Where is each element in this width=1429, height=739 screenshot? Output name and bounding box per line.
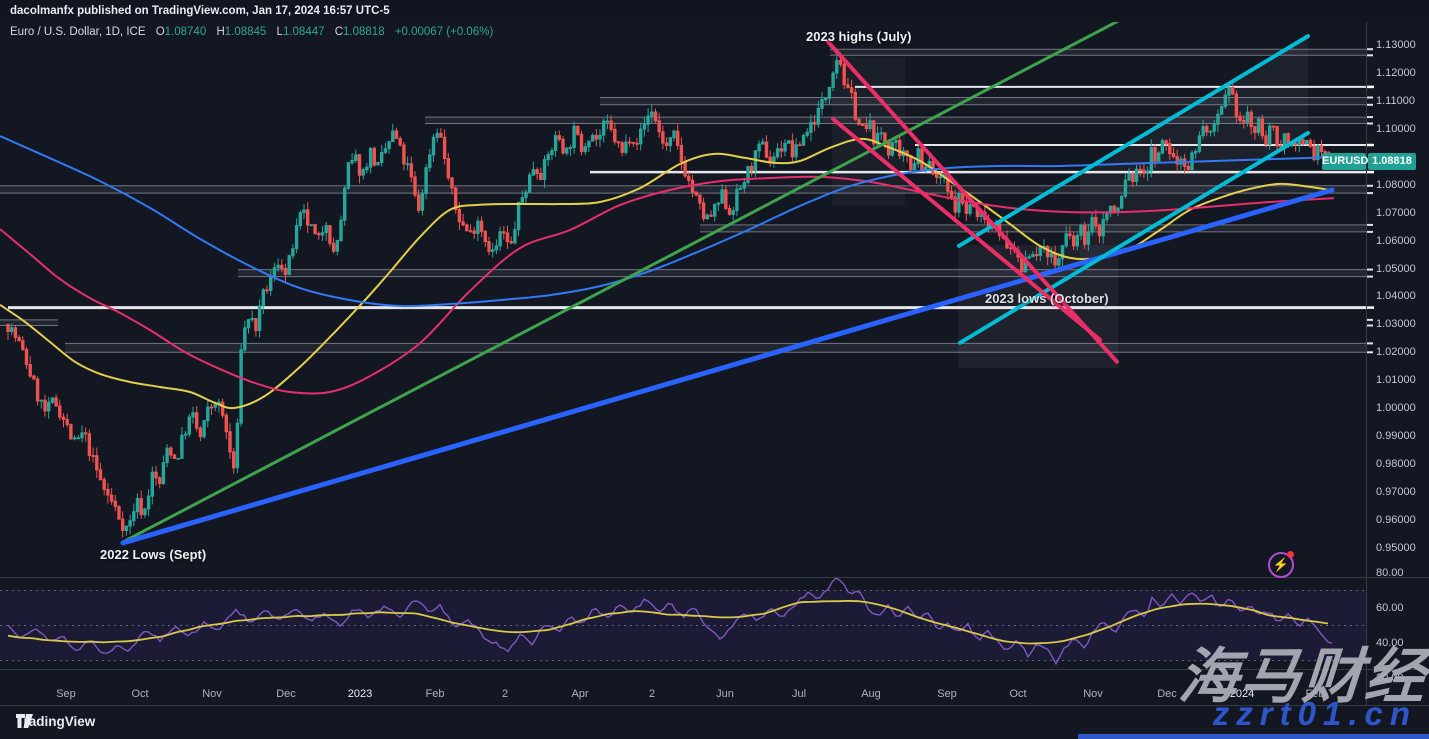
flash-icon[interactable]: ⚡: [1268, 552, 1294, 578]
rsi-tick: 60.00: [1376, 601, 1404, 615]
time-tick-nov: Nov: [1083, 688, 1103, 700]
price-tick: 0.98000: [1376, 457, 1416, 471]
symbol-ohlc-row[interactable]: Euro / U.S. Dollar, 1D, ICE O1.08740 H1.…: [10, 26, 493, 38]
rsi-pane[interactable]: [0, 578, 1366, 664]
axis-level-ticks: [1366, 49, 1374, 352]
time-tick-dec: Dec: [1157, 688, 1177, 700]
price-tick: 0.95000: [1376, 541, 1416, 555]
time-tick-aug: Aug: [861, 688, 881, 700]
close-value: 1.08818: [343, 26, 385, 38]
notification-dot-icon: [1287, 551, 1294, 558]
price-tick: 1.01000: [1376, 373, 1416, 387]
watermark-bar: [1078, 734, 1429, 739]
close-label: C: [335, 26, 343, 38]
time-tick-oct: Oct: [1009, 688, 1026, 700]
watermark-url: zzrt01.cn: [1213, 695, 1417, 733]
price-tick: 1.02000: [1376, 345, 1416, 359]
highlight-boxes: [832, 36, 1308, 368]
time-tick-2023: 2023: [348, 688, 372, 700]
open-label: O: [156, 26, 165, 38]
tradingview-logo[interactable]: TradingView: [16, 714, 95, 729]
time-tick-jul: Jul: [792, 688, 806, 700]
time-tick-dec: Dec: [276, 688, 296, 700]
time-tick-sep: Sep: [56, 688, 76, 700]
price-tick: 0.99000: [1376, 429, 1416, 443]
price-tick: 1.11000: [1376, 94, 1415, 108]
open-value: 1.08740: [165, 26, 207, 38]
axis-separator-vertical: [1366, 22, 1367, 705]
price-tick: 0.97000: [1376, 485, 1416, 499]
low-value: 1.08447: [283, 26, 325, 38]
price-tick: 1.00000: [1376, 401, 1416, 415]
change-value: +0.00067 (+0.06%): [395, 26, 493, 38]
price-tick: 1.08000: [1376, 178, 1416, 192]
annotation-2023-highs[interactable]: 2023 highs (July): [806, 29, 911, 44]
symbol-title: Euro / U.S. Dollar, 1D, ICE: [10, 26, 146, 38]
price-tick: 1.13000: [1376, 38, 1416, 52]
time-tick-apr: Apr: [571, 688, 588, 700]
time-tick-oct: Oct: [131, 688, 148, 700]
annotation-2022-lows[interactable]: 2022 Lows (Sept): [100, 547, 206, 562]
price-tick: 1.06000: [1376, 234, 1416, 248]
time-tick-feb: Feb: [426, 688, 445, 700]
price-tick: 1.04000: [1376, 289, 1416, 303]
annotation-2023-lows[interactable]: 2023 lows (October): [985, 291, 1109, 306]
high-value: 1.08845: [225, 26, 267, 38]
price-tick: 0.96000: [1376, 513, 1416, 527]
tradingview-chart-app: dacolmanfx published on TradingView.com,…: [0, 0, 1429, 739]
price-tick: 1.07000: [1376, 206, 1416, 220]
time-tick-2: 2: [502, 688, 508, 700]
pane-separator-rsi[interactable]: [0, 577, 1429, 578]
high-label: H: [216, 26, 224, 38]
symbol-chip: EURUSD: [1322, 153, 1366, 170]
time-tick-2: 2: [649, 688, 655, 700]
candles-down: [7, 52, 1330, 537]
price-tick: 1.05000: [1376, 262, 1416, 276]
time-tick-sep: Sep: [937, 688, 957, 700]
price-tick: 1.12000: [1376, 66, 1416, 80]
time-tick-nov: Nov: [202, 688, 222, 700]
last-price-label: 1.08818: [1368, 153, 1416, 170]
tradingview-mark-icon: [16, 714, 37, 728]
price-tick: 1.10000: [1376, 122, 1416, 136]
price-tick: 1.03000: [1376, 317, 1416, 331]
time-tick-jun: Jun: [716, 688, 734, 700]
trendline-blue-2022-lows: [123, 190, 1332, 543]
